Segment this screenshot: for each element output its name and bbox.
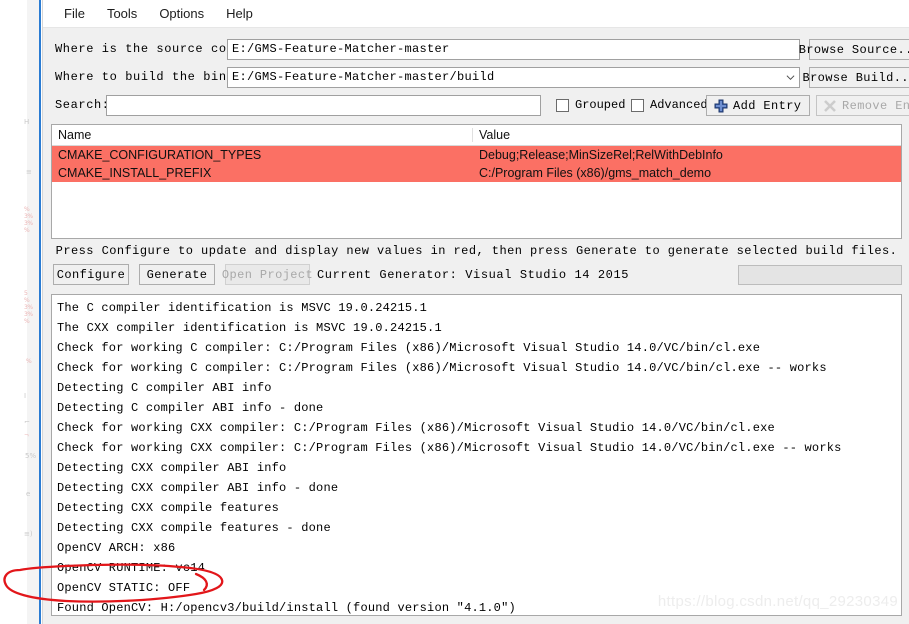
log-line: Detecting CXX compiler ABI info - done [57,481,339,495]
column-header-value[interactable]: Value [473,128,901,142]
log-line: Check for working CXX compiler: C:/Progr… [57,441,842,455]
remove-entry-button[interactable]: Remove Entry [816,95,909,116]
column-header-name[interactable]: Name [52,128,473,142]
generate-button[interactable]: Generate [139,264,215,285]
add-entry-label: Add Entry [733,98,802,113]
configure-button[interactable]: Configure [53,264,129,285]
menu-bar: File Tools Options Help [43,0,909,28]
background-ghost-text-k: ≡) [24,530,33,538]
log-line: Detecting C compiler ABI info [57,381,272,395]
log-line: OpenCV RUNTIME: vc14 [57,561,206,575]
build-path-value: E:/GMS-Feature-Matcher-master/build [232,70,495,84]
background-ghost-text-c: % 3% 3% % [24,206,33,234]
search-input[interactable] [106,95,541,116]
log-line: Detecting CXX compile features - done [57,521,331,535]
advanced-checkbox[interactable]: Advanced [631,98,708,112]
open-project-button[interactable]: Open Project [222,264,313,285]
build-row: Where to build the binaries: E:/GMS-Feat… [51,66,909,88]
screenshot-root: H ≡ % 3% 3% % 5 % 3% 3% % % I ⌐ ¬ 5% e ≡… [0,0,909,624]
plus-icon [714,99,728,112]
advanced-label: Advanced [650,98,708,112]
background-ghost-text-e: % [26,358,32,365]
background-ghost-text-f: I [24,392,27,400]
background-ghost-text-d: 5 % 3% 3% % [24,290,33,325]
configure-hint: Press Configure to update and display ne… [55,244,898,258]
background-page: H ≡ % 3% 3% % 5 % 3% 3% % % I ⌐ ¬ 5% e ≡… [0,0,42,624]
background-ghost-text-h: ¬ [24,432,29,439]
cache-entry-name: CMAKE_INSTALL_PREFIX [58,166,212,180]
background-ghost-text-a: H [24,118,30,126]
checkbox-box-grouped [556,98,569,112]
browse-build-button[interactable]: Browse Build... [802,67,909,88]
background-ghost-text-b: ≡ [26,168,32,176]
log-line: Detecting C compiler ABI info - done [57,401,324,415]
background-ghost-text-i: 5% [25,452,37,460]
cmake-gui-window: File Tools Options Help Where is the sou… [42,0,909,624]
source-label: Where is the source code: [55,42,251,56]
add-entry-button[interactable]: Add Entry [706,95,810,116]
menu-file[interactable]: File [53,3,96,24]
background-ghost-text-g: ⌐ [24,418,30,426]
action-button-row: Configure Generate Open Project Current … [51,264,902,288]
log-line: OpenCV ARCH: x86 [57,541,176,555]
menu-tools[interactable]: Tools [96,3,148,24]
source-path-input[interactable]: E:/GMS-Feature-Matcher-master [227,39,800,60]
main-body: Where is the source code: E:/GMS-Feature… [43,28,909,624]
search-row: Search: Grouped Advanced Add Entry Remov… [51,94,909,116]
log-output-panel[interactable]: The C compiler identification is MSVC 19… [51,294,902,616]
cache-entry-value: Debug;Release;MinSizeRel;RelWithDebInfo [479,148,723,162]
watermark-text: https://blog.csdn.net/qq_29230349 [657,593,898,610]
grouped-label: Grouped [575,98,626,112]
background-blue-rule [39,0,41,624]
menu-help[interactable]: Help [215,3,264,24]
cache-entries-table[interactable]: Name Value CMAKE_CONFIGURATION_TYPES Deb… [51,124,902,239]
table-header-row: Name Value [52,125,901,146]
log-line: Check for working C compiler: C:/Program… [57,361,827,375]
table-row[interactable]: CMAKE_INSTALL_PREFIX C:/Program Files (x… [52,164,901,182]
log-line: Check for working CXX compiler: C:/Progr… [57,421,775,435]
browse-source-button[interactable]: Browse Source... [799,39,909,60]
close-x-icon [824,99,836,112]
chevron-down-icon [786,75,795,81]
cache-entry-name: CMAKE_CONFIGURATION_TYPES [58,148,262,162]
log-line: The C compiler identification is MSVC 19… [57,301,428,315]
search-label: Search: [55,98,110,112]
current-generator-label: Current Generator: Visual Studio 14 2015 [317,268,630,282]
menu-options[interactable]: Options [148,3,215,24]
log-line: The CXX compiler identification is MSVC … [57,321,442,335]
checkbox-box-advanced [631,98,644,112]
remove-entry-label: Remove Entry [842,98,909,113]
log-line: Detecting CXX compiler ABI info [57,461,287,475]
cache-entry-value: C:/Program Files (x86)/gms_match_demo [479,166,712,180]
table-row[interactable]: CMAKE_CONFIGURATION_TYPES Debug;Release;… [52,146,901,164]
progress-bar [738,265,902,285]
build-path-combobox[interactable]: E:/GMS-Feature-Matcher-master/build [227,67,800,88]
log-line: Detecting CXX compile features [57,501,280,515]
source-row: Where is the source code: E:/GMS-Feature… [51,38,909,60]
background-ghost-text-j: e [26,490,31,498]
grouped-checkbox[interactable]: Grouped [556,98,625,112]
log-line: Check for working C compiler: C:/Program… [57,341,761,355]
